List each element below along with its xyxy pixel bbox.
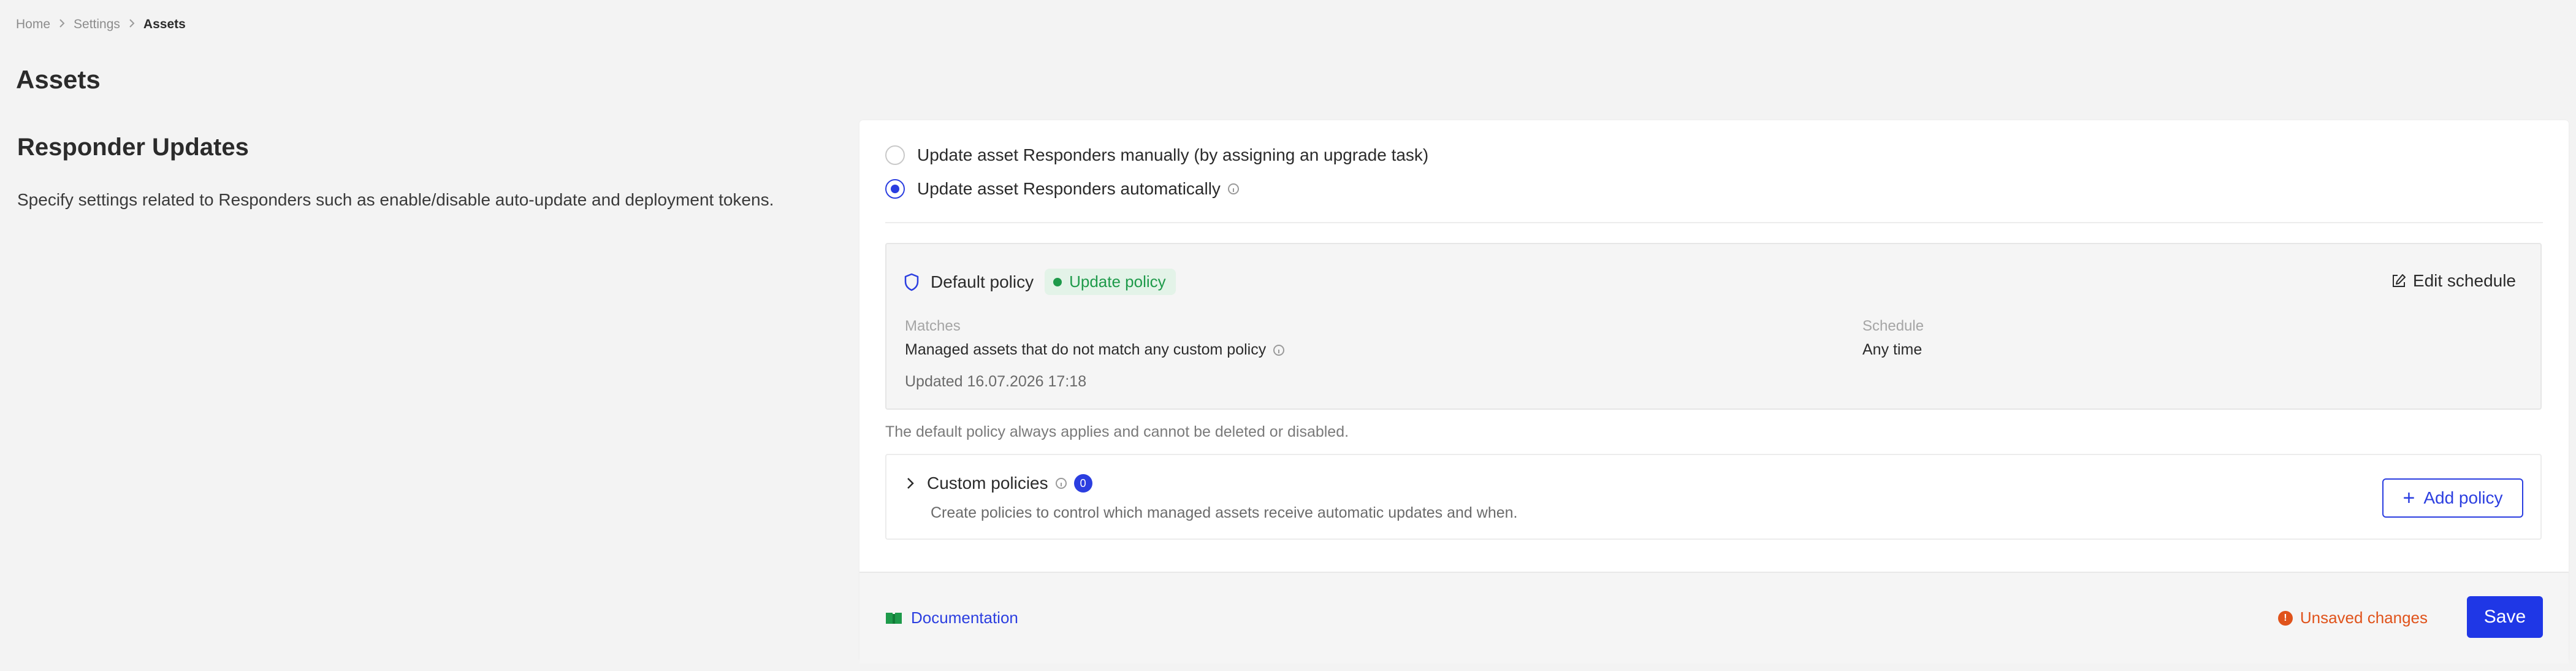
status-dot-icon: [1053, 277, 1062, 286]
info-icon[interactable]: [1055, 478, 1067, 489]
radio-update-automatically[interactable]: Update asset Responders automatically: [885, 179, 1239, 199]
matches-label: Matches: [905, 318, 961, 334]
save-button[interactable]: Save: [2467, 596, 2543, 638]
book-icon: [886, 612, 902, 624]
footer-bar: Documentation ! Unsaved changes Save: [859, 572, 2569, 664]
default-policy-card: Default policy Update policy Edit schedu…: [885, 243, 2542, 410]
breadcrumb-settings[interactable]: Settings: [74, 17, 120, 32]
matches-value-text: Managed assets that do not match any cus…: [905, 341, 1267, 358]
breadcrumb-home[interactable]: Home: [16, 17, 50, 32]
edit-schedule-button[interactable]: Edit schedule: [2391, 271, 2516, 291]
unsaved-changes-indicator: ! Unsaved changes: [2277, 608, 2428, 627]
page-title: Assets: [16, 65, 101, 94]
plus-icon: +: [2403, 486, 2415, 510]
edit-icon: [2392, 274, 2406, 287]
documentation-link[interactable]: Documentation: [885, 608, 1018, 627]
chevron-right-icon: [59, 17, 65, 32]
chevron-right-icon: [129, 17, 135, 32]
radio-label-manual: Update asset Responders manually (by ass…: [917, 145, 1429, 164]
default-policy-note: The default policy always applies and ca…: [885, 423, 1349, 440]
custom-policies-count-badge: 0: [1073, 474, 1092, 493]
default-policy-header: Default policy Update policy: [904, 269, 1176, 295]
custom-policies-title: Custom policies: [927, 474, 1048, 493]
breadcrumb-current: Assets: [143, 17, 186, 31]
breadcrumb: Home Settings Assets: [16, 17, 186, 32]
unsaved-changes-label: Unsaved changes: [2300, 608, 2428, 627]
warning-icon: !: [2277, 610, 2293, 626]
section-title: Responder Updates: [17, 134, 249, 161]
radio-label-automatic: Update asset Responders automatically: [917, 179, 1221, 198]
schedule-label: Schedule: [1862, 318, 1924, 334]
chevron-right-icon[interactable]: [906, 477, 915, 490]
custom-policies-description: Create policies to control which managed…: [931, 504, 1518, 521]
custom-policies-card: Custom policies 0 Create policies to con…: [885, 454, 2542, 540]
default-policy-name: Default policy: [931, 272, 1034, 291]
status-badge-label: Update policy: [1069, 272, 1166, 291]
radio-button-automatic[interactable]: [885, 179, 905, 199]
radio-button-manual[interactable]: [885, 145, 905, 165]
info-icon[interactable]: [1227, 183, 1239, 194]
edit-schedule-label: Edit schedule: [2412, 271, 2516, 290]
custom-policies-toggle[interactable]: Custom policies 0: [906, 474, 1092, 493]
radio-update-manually[interactable]: Update asset Responders manually (by ass…: [885, 145, 1428, 165]
add-policy-label: Add policy: [2423, 488, 2503, 507]
section-description: Specify settings related to Responders s…: [17, 190, 774, 209]
add-policy-button[interactable]: + Add policy: [2382, 478, 2523, 518]
schedule-value: Any time: [1862, 341, 1922, 358]
matches-value: Managed assets that do not match any cus…: [905, 341, 1285, 359]
shield-icon: [904, 273, 919, 291]
updated-timestamp: Updated 16.07.2026 17:18: [905, 373, 1087, 390]
documentation-label: Documentation: [911, 608, 1018, 627]
divider: [885, 222, 2543, 223]
status-badge: Update policy: [1045, 269, 1176, 295]
info-icon[interactable]: [1273, 344, 1285, 356]
